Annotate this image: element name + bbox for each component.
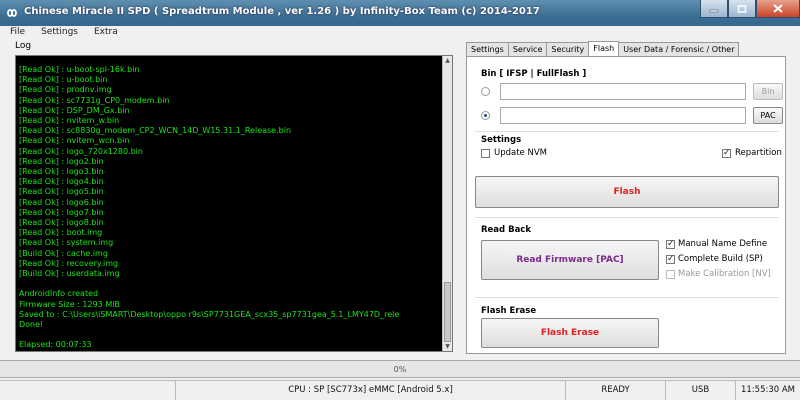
window-controls [700, 0, 800, 20]
close-icon [773, 4, 783, 13]
minimize-icon [709, 9, 719, 12]
bin-path-input[interactable] [500, 83, 746, 100]
log-line: [Read Ok] : DSP_DM_Gx.bin [19, 105, 130, 115]
log-line: Elapsed: 00:07:33 [19, 340, 92, 350]
infinity-app-icon [7, 9, 17, 17]
log-line: [Read Ok] : logo4.bin [19, 177, 104, 187]
log-line: [Build Ok] : cache.img [19, 248, 108, 258]
status-state: READY [565, 381, 665, 400]
pac-radio[interactable] [481, 111, 490, 120]
manual-name-label: Manual Name Define [678, 239, 768, 249]
window-title: Chinese Miracle II SPD ( Spreadtrum Modu… [24, 6, 540, 17]
log-line: [Read Ok] : nvitem_w.bin [19, 116, 120, 126]
menu-file[interactable]: File [0, 26, 31, 39]
log-line: [Build Ok] : userdata.img [19, 269, 120, 279]
menu-bar: File Settings Extra [0, 26, 800, 39]
log-line: [Read Ok] : recovery.img [19, 258, 119, 268]
log-console[interactable]: [Read Ok] : u-boot-spl-16k.bin [Read Ok] … [15, 55, 453, 352]
tab-security[interactable]: Security [546, 42, 590, 56]
bin-section-title: Bin [ IFSP | FullFlash ] [481, 69, 587, 79]
scroll-down-arrow-icon[interactable]: ▼ [443, 342, 452, 351]
log-line: [Read Ok] : logo7.bin [19, 207, 104, 217]
pac-button[interactable]: PAC [753, 107, 783, 124]
maximize-button[interactable] [728, 0, 756, 18]
readback-section-title: Read Back [481, 225, 531, 235]
separator [475, 217, 779, 218]
maximize-icon [737, 4, 747, 13]
manual-name-checkbox[interactable]: ✓ [666, 239, 675, 249]
separator [475, 131, 779, 132]
checkmark-icon: ✓ [667, 239, 675, 249]
log-line: Firmware Size : 1293 MiB [19, 299, 120, 309]
log-line: [Read Ok] : logo_720x1280.bin [19, 146, 143, 156]
update-nvm-label: Update NVM [494, 148, 547, 158]
repartition-checkbox[interactable]: ✓ [722, 148, 731, 158]
log-line: [Read Ok] : prodnv.img [19, 85, 112, 95]
status-empty-cell [0, 381, 175, 400]
make-calibration-checkbox[interactable] [666, 270, 675, 279]
scroll-thumb[interactable] [444, 282, 451, 342]
log-line: Saved to : C:\Users\iSMART\Desktop\oppo … [19, 309, 400, 319]
status-time: 11:55:30 AM [735, 381, 800, 400]
settings-section-title: Settings [481, 135, 522, 145]
flash-button[interactable]: Flash [475, 176, 779, 208]
log-line: [Read Ok] : logo6.bin [19, 197, 104, 207]
checkmark-icon: ✓ [667, 254, 675, 264]
erase-section-title: Flash Erase [481, 306, 537, 316]
complete-build-checkbox[interactable]: ✓ [666, 254, 675, 264]
log-line: [Read Ok] : logo2.bin [19, 156, 104, 166]
log-line: [Read Ok] : system.img [19, 238, 114, 248]
log-line: [Read Ok] : logo8.bin [19, 218, 104, 228]
flash-panel: Bin [ IFSP | FullFlash ] Bin PAC Setting… [466, 56, 786, 354]
tab-settings[interactable]: Settings [466, 42, 509, 56]
checkmark-icon: ✓ [723, 148, 731, 158]
progress-bar: 0% [0, 360, 800, 378]
tab-user-data[interactable]: User Data / Forensic / Other [618, 42, 740, 56]
repartition-label: Repartition [735, 148, 782, 158]
close-button[interactable] [756, 0, 800, 18]
status-port: USB [665, 381, 735, 400]
log-lines: [Read Ok] : u-boot-spl-16k.bin [Read Ok] … [19, 65, 439, 351]
status-bar: CPU : SP [SC773x] eMMC [Android 5.x] REA… [0, 380, 800, 400]
menu-extra[interactable]: Extra [84, 26, 124, 39]
log-line: AndroidInfo created [19, 289, 99, 299]
log-line: [Read Ok] : boot.img [19, 228, 103, 238]
log-line: [Read Ok] : logo5.bin [19, 187, 104, 197]
log-line: [Read Ok] : logo3.bin [19, 167, 104, 177]
status-cpu: CPU : SP [SC773x] eMMC [Android 5.x] [175, 381, 565, 400]
progress-text: 0% [393, 365, 407, 374]
bin-radio[interactable] [481, 87, 490, 96]
main-window: Chinese Miracle II SPD ( Spreadtrum Modu… [0, 0, 800, 400]
log-line: [Read Ok] : sc8830g_modem_CP2_WCN_14D_W1… [19, 126, 292, 136]
make-calibration-label: Make Calibration [NV] [678, 269, 771, 279]
log-label: Log [15, 41, 32, 51]
complete-build-label: Complete Build (SP) [678, 254, 763, 264]
bin-button[interactable]: Bin [753, 83, 783, 100]
menu-settings[interactable]: Settings [31, 26, 84, 39]
read-firmware-button[interactable]: Read Firmware [PAC] [481, 240, 659, 280]
separator [475, 297, 779, 298]
log-scrollbar[interactable]: ▲ ▼ [442, 56, 452, 351]
flash-erase-button[interactable]: Flash Erase [481, 318, 659, 348]
log-line: [Read Ok] : nvitem_wcn.bin [19, 136, 130, 146]
scroll-up-arrow-icon[interactable]: ▲ [443, 56, 452, 65]
tab-strip: Settings Service Security Flash User Dat… [466, 41, 740, 56]
title-bar: Chinese Miracle II SPD ( Spreadtrum Modu… [0, 0, 800, 26]
tab-flash[interactable]: Flash [588, 41, 620, 56]
update-nvm-checkbox[interactable] [481, 149, 490, 158]
tab-service[interactable]: Service [507, 42, 548, 56]
pac-path-input[interactable] [500, 107, 746, 124]
log-line: [Read Ok] : u-boot-spl-16k.bin [19, 65, 140, 74]
log-line: [Read Ok] : u-boot.bin [19, 75, 108, 85]
log-line: [Read Ok] : sc7731g_CP0_modem.bin [19, 95, 170, 105]
log-line: Done! [19, 320, 44, 330]
minimize-button[interactable] [700, 0, 728, 18]
